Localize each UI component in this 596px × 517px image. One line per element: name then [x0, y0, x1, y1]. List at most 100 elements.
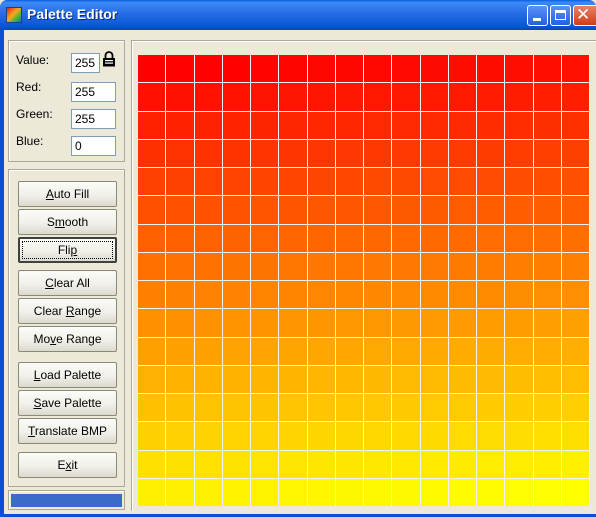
palette-swatch[interactable] — [251, 83, 279, 111]
palette-swatch[interactable] — [251, 139, 279, 167]
palette-swatch[interactable] — [279, 309, 307, 337]
palette-swatch[interactable] — [279, 281, 307, 309]
palette-swatch[interactable] — [448, 111, 476, 139]
palette-swatch[interactable] — [138, 55, 166, 83]
palette-swatch[interactable] — [505, 478, 533, 506]
palette-swatch[interactable] — [533, 281, 561, 309]
palette-swatch[interactable] — [420, 281, 448, 309]
palette-swatch[interactable] — [279, 365, 307, 393]
palette-swatch[interactable] — [561, 111, 589, 139]
palette-grid[interactable] — [138, 55, 590, 506]
palette-swatch[interactable] — [392, 394, 420, 422]
palette-swatch[interactable] — [166, 111, 194, 139]
palette-swatch[interactable] — [420, 478, 448, 506]
palette-swatch[interactable] — [194, 224, 222, 252]
palette-swatch[interactable] — [138, 111, 166, 139]
palette-swatch[interactable] — [505, 168, 533, 196]
palette-swatch[interactable] — [505, 450, 533, 478]
save-palette-button[interactable]: Save Palette — [18, 390, 117, 416]
palette-swatch[interactable] — [279, 196, 307, 224]
palette-swatch[interactable] — [561, 478, 589, 506]
palette-swatch[interactable] — [392, 422, 420, 450]
palette-swatch[interactable] — [392, 337, 420, 365]
palette-swatch[interactable] — [194, 111, 222, 139]
palette-swatch[interactable] — [505, 365, 533, 393]
palette-swatch[interactable] — [392, 111, 420, 139]
palette-swatch[interactable] — [335, 422, 363, 450]
palette-swatch[interactable] — [561, 168, 589, 196]
palette-swatch[interactable] — [222, 55, 250, 83]
palette-swatch[interactable] — [561, 281, 589, 309]
flip-button[interactable]: Flip — [18, 237, 117, 263]
palette-swatch[interactable] — [138, 281, 166, 309]
palette-swatch[interactable] — [222, 111, 250, 139]
palette-swatch[interactable] — [420, 450, 448, 478]
palette-swatch[interactable] — [420, 365, 448, 393]
palette-swatch[interactable] — [477, 168, 505, 196]
clear-all-button[interactable]: Clear All — [18, 270, 117, 296]
palette-swatch[interactable] — [477, 224, 505, 252]
translate-bmp-button[interactable]: Translate BMP — [18, 418, 117, 444]
palette-swatch[interactable] — [364, 139, 392, 167]
palette-swatch[interactable] — [364, 281, 392, 309]
palette-swatch[interactable] — [505, 309, 533, 337]
palette-swatch[interactable] — [477, 139, 505, 167]
palette-swatch[interactable] — [392, 252, 420, 280]
palette-swatch[interactable] — [561, 394, 589, 422]
palette-swatch[interactable] — [561, 337, 589, 365]
palette-swatch[interactable] — [477, 365, 505, 393]
palette-swatch[interactable] — [222, 450, 250, 478]
palette-swatch[interactable] — [307, 139, 335, 167]
palette-swatch[interactable] — [166, 337, 194, 365]
palette-swatch[interactable] — [561, 450, 589, 478]
palette-swatch[interactable] — [138, 252, 166, 280]
palette-swatch[interactable] — [477, 196, 505, 224]
palette-swatch[interactable] — [364, 252, 392, 280]
palette-swatch[interactable] — [307, 252, 335, 280]
palette-swatch[interactable] — [448, 309, 476, 337]
palette-swatch[interactable] — [138, 224, 166, 252]
palette-swatch[interactable] — [307, 168, 335, 196]
close-button[interactable]: ✕ — [573, 5, 596, 26]
palette-swatch[interactable] — [166, 478, 194, 506]
palette-swatch[interactable] — [561, 196, 589, 224]
palette-swatch[interactable] — [335, 139, 363, 167]
palette-swatch[interactable] — [166, 394, 194, 422]
palette-swatch[interactable] — [420, 196, 448, 224]
palette-swatch[interactable] — [392, 196, 420, 224]
palette-swatch[interactable] — [448, 478, 476, 506]
palette-swatch[interactable] — [448, 337, 476, 365]
palette-swatch[interactable] — [335, 252, 363, 280]
palette-swatch[interactable] — [420, 422, 448, 450]
palette-swatch[interactable] — [505, 111, 533, 139]
palette-swatch[interactable] — [561, 55, 589, 83]
palette-swatch[interactable] — [138, 450, 166, 478]
palette-swatch[interactable] — [307, 394, 335, 422]
palette-swatch[interactable] — [251, 478, 279, 506]
palette-swatch[interactable] — [251, 394, 279, 422]
palette-swatch[interactable] — [533, 309, 561, 337]
palette-swatch[interactable] — [138, 139, 166, 167]
palette-swatch[interactable] — [420, 139, 448, 167]
palette-swatch[interactable] — [392, 309, 420, 337]
palette-swatch[interactable] — [222, 139, 250, 167]
palette-swatch[interactable] — [279, 83, 307, 111]
palette-swatch[interactable] — [307, 281, 335, 309]
palette-swatch[interactable] — [194, 252, 222, 280]
palette-swatch[interactable] — [194, 281, 222, 309]
palette-swatch[interactable] — [505, 281, 533, 309]
palette-swatch[interactable] — [364, 224, 392, 252]
title-bar[interactable]: Palette Editor ✕ — [0, 0, 596, 30]
palette-swatch[interactable] — [477, 55, 505, 83]
palette-swatch[interactable] — [222, 168, 250, 196]
palette-swatch[interactable] — [364, 83, 392, 111]
palette-swatch[interactable] — [251, 252, 279, 280]
palette-swatch[interactable] — [505, 422, 533, 450]
palette-swatch[interactable] — [166, 365, 194, 393]
palette-swatch[interactable] — [561, 83, 589, 111]
palette-swatch[interactable] — [392, 83, 420, 111]
palette-swatch[interactable] — [364, 422, 392, 450]
palette-swatch[interactable] — [251, 365, 279, 393]
palette-swatch[interactable] — [335, 337, 363, 365]
palette-swatch[interactable] — [222, 394, 250, 422]
